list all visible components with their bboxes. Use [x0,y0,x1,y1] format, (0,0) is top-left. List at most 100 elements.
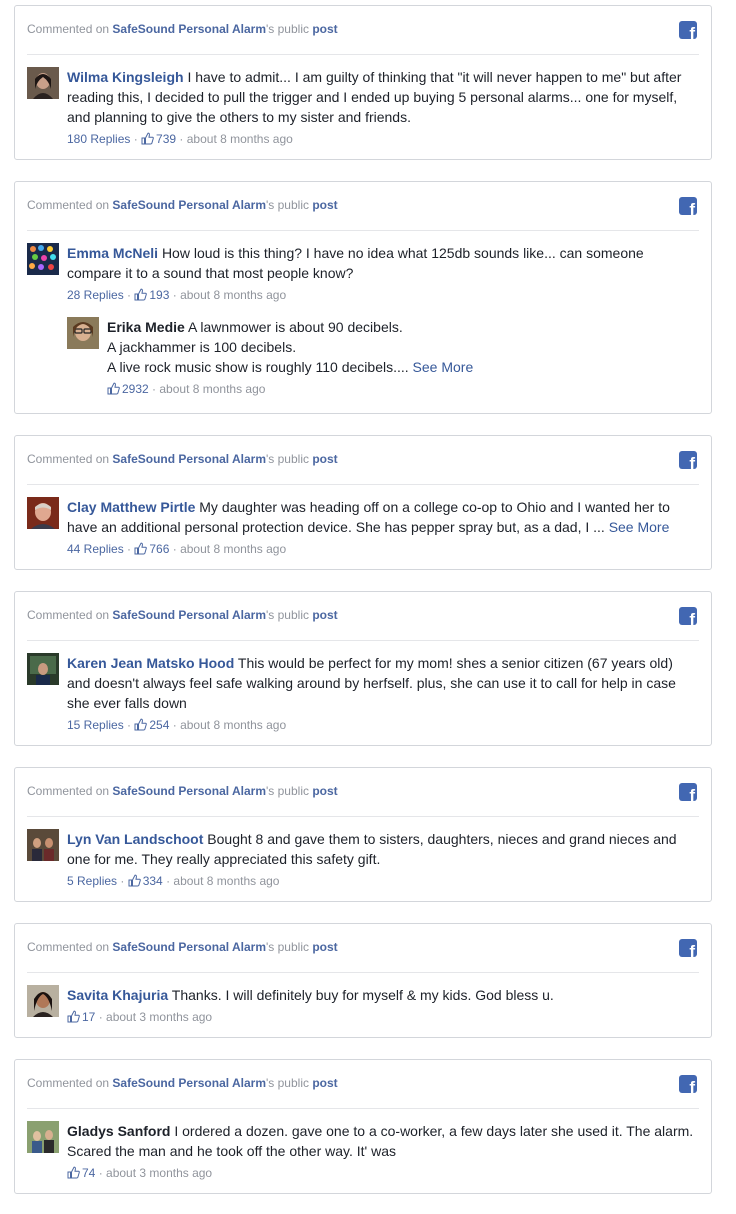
reply-text-line: A jackhammer is 100 decibels. [107,339,297,355]
post-link[interactable]: post [312,198,337,212]
thumbs-up-icon[interactable] [134,288,148,301]
post-link[interactable]: post [312,608,337,622]
author-name[interactable]: Gladys Sanford [67,1123,170,1139]
card-header: Commented on SafeSound Personal Alarm's … [27,1060,699,1109]
comment: Emma McNeli How loud is this thing? I ha… [15,231,711,397]
like-count: 2932 [122,382,149,396]
reply-text-line: A lawnmower is about 90 decibels. [187,319,403,335]
timestamp: about 8 months ago [180,718,287,732]
thumbs-up-icon[interactable] [134,542,148,555]
commented-on-line: Commented on SafeSound Personal Alarm's … [27,608,338,622]
replies-link[interactable]: 15 Replies [67,718,124,732]
timestamp: about 8 months ago [173,874,280,888]
reply: Erika Medie A lawnmower is about 90 deci… [67,317,699,397]
commented-on-line: Commented on SafeSound Personal Alarm's … [27,198,338,212]
page-link[interactable]: SafeSound Personal Alarm [112,22,266,36]
comment-meta: 15 Replies · 254 · about 8 months ago [67,718,287,732]
card-header: Commented on SafeSound Personal Alarm's … [27,436,699,485]
facebook-icon[interactable]: f [679,197,697,215]
replies-link[interactable]: 28 Replies [67,288,124,302]
reply-author-name[interactable]: Erika Medie [107,319,185,335]
avatar[interactable] [27,243,59,275]
page-link[interactable]: SafeSound Personal Alarm [112,608,266,622]
comment-card: Commented on SafeSound Personal Alarm's … [14,767,712,902]
comment-card: Commented on SafeSound Personal Alarm's … [14,435,712,570]
avatar[interactable] [27,1121,59,1153]
facebook-icon[interactable]: f [679,783,697,801]
replies-link[interactable]: 180 Replies [67,132,130,146]
replies-link[interactable]: 5 Replies [67,874,117,888]
commented-on-line: Commented on SafeSound Personal Alarm's … [27,940,338,954]
commented-on-line: Commented on SafeSound Personal Alarm's … [27,22,338,36]
comment-body: Emma McNeli How loud is this thing? I ha… [67,243,699,397]
comment-card: Commented on SafeSound Personal Alarm's … [14,591,712,746]
comment-body: Gladys Sanford I ordered a dozen. gave o… [67,1121,699,1181]
avatar[interactable] [27,985,59,1017]
author-name[interactable]: Lyn Van Landschoot [67,831,203,847]
author-name[interactable]: Wilma Kingsleigh [67,69,184,85]
avatar[interactable] [27,829,59,861]
comment: Savita Khajuria Thanks. I will definitel… [15,973,711,1025]
reply-text-line: A live rock music show is roughly 110 de… [107,359,409,375]
post-link[interactable]: post [312,22,337,36]
page-link[interactable]: SafeSound Personal Alarm [112,940,266,954]
replies-link[interactable]: 44 Replies [67,542,124,556]
post-link[interactable]: post [312,1076,337,1090]
author-name[interactable]: Emma McNeli [67,245,158,261]
author-name[interactable]: Karen Jean Matsko Hood [67,655,234,671]
comment: Lyn Van Landschoot Bought 8 and gave the… [15,817,711,889]
timestamp: about 3 months ago [106,1166,213,1180]
page-link[interactable]: SafeSound Personal Alarm [112,1076,266,1090]
card-header: Commented on SafeSound Personal Alarm's … [27,182,699,231]
comment-card: Commented on SafeSound Personal Alarm's … [14,181,712,414]
post-link[interactable]: post [312,940,337,954]
author-name[interactable]: Savita Khajuria [67,987,168,1003]
like-count: 193 [149,288,170,302]
thumbs-up-icon[interactable] [67,1166,80,1179]
comment-body: Karen Jean Matsko Hood This would be per… [67,653,699,733]
timestamp: about 3 months ago [106,1010,213,1024]
page-link[interactable]: SafeSound Personal Alarm [112,452,266,466]
thumbs-up-icon[interactable] [134,718,148,731]
comment-card: Commented on SafeSound Personal Alarm's … [14,1059,712,1194]
avatar[interactable] [67,317,99,349]
thumbs-up-icon[interactable] [67,1010,80,1023]
like-count: 739 [156,132,177,146]
reply-body: Erika Medie A lawnmower is about 90 deci… [107,317,699,397]
post-link[interactable]: post [312,452,337,466]
card-header: Commented on SafeSound Personal Alarm's … [27,592,699,641]
like-count: 766 [149,542,170,556]
comment-text: Thanks. I will definitely buy for myself… [171,987,554,1003]
page-link[interactable]: SafeSound Personal Alarm [112,198,266,212]
thumbs-up-icon[interactable] [107,382,120,395]
like-count: 17 [82,1010,96,1024]
comment-body: Clay Matthew Pirtle My daughter was head… [67,497,699,557]
see-more-link[interactable]: See More [609,519,670,535]
thumbs-up-icon[interactable] [141,132,154,145]
comment-meta: 5 Replies · 334 · about 8 months ago [67,874,280,888]
author-name[interactable]: Clay Matthew Pirtle [67,499,195,515]
facebook-icon[interactable]: f [679,607,697,625]
avatar[interactable] [27,67,59,99]
page-link[interactable]: SafeSound Personal Alarm [112,784,266,798]
thumbs-up-icon[interactable] [128,874,141,887]
see-more-link[interactable]: See More [413,359,474,375]
facebook-icon[interactable]: f [679,1075,697,1093]
facebook-icon[interactable]: f [679,21,697,39]
facebook-icon[interactable]: f [679,451,697,469]
like-count: 254 [149,718,170,732]
avatar[interactable] [27,653,59,685]
comment: Wilma Kingsleigh I have to admit... I am… [15,55,711,147]
comment: Gladys Sanford I ordered a dozen. gave o… [15,1109,711,1181]
timestamp: about 8 months ago [186,132,293,146]
comment: Clay Matthew Pirtle My daughter was head… [15,485,711,557]
avatar[interactable] [27,497,59,529]
facebook-icon[interactable]: f [679,939,697,957]
post-link[interactable]: post [312,784,337,798]
comment: Karen Jean Matsko Hood This would be per… [15,641,711,733]
comment-body: Wilma Kingsleigh I have to admit... I am… [67,67,699,147]
card-header: Commented on SafeSound Personal Alarm's … [27,6,699,55]
comment-card: Commented on SafeSound Personal Alarm's … [14,923,712,1038]
comment-body: Savita Khajuria Thanks. I will definitel… [67,985,699,1025]
like-count: 74 [82,1166,96,1180]
